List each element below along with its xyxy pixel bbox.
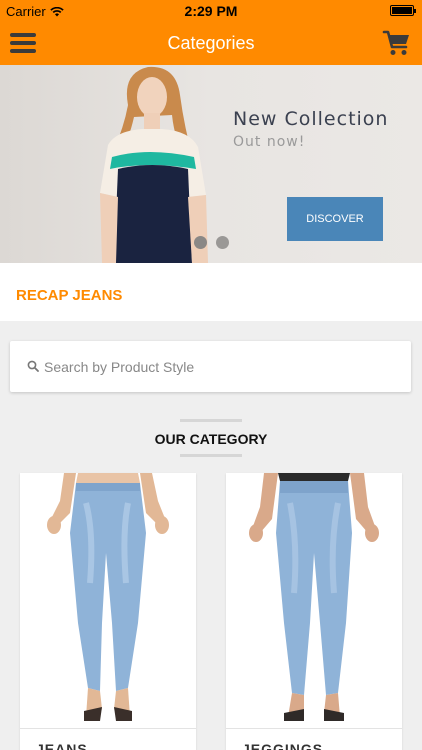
search-bar[interactable] [10, 341, 411, 392]
carousel-dot[interactable] [216, 236, 229, 249]
status-time: 2:29 PM [184, 3, 238, 19]
card-divider [226, 728, 402, 729]
jeans-product-image [20, 473, 196, 728]
page-title: Categories [167, 33, 255, 53]
search-icon [27, 360, 39, 372]
category-card-jeggings[interactable]: JEGGINGS [226, 473, 402, 750]
banner-title: New Collection [233, 108, 389, 130]
heading-divider-top [180, 419, 242, 422]
search-input[interactable] [44, 341, 404, 392]
shopping-cart-icon[interactable] [382, 28, 412, 58]
banner-subtitle: Out now! [233, 134, 306, 150]
carousel-dot[interactable] [194, 236, 207, 249]
promo-banner[interactable]: New Collection Out now! DISCOVER [0, 65, 422, 263]
category-label: JEGGINGS [242, 741, 324, 750]
brand-name: RECAP JEANS [16, 287, 123, 304]
status-bar: Carrier 2:29 PM [0, 0, 422, 22]
heading-divider-bottom [180, 454, 242, 457]
model-photo [100, 66, 208, 263]
category-card-jeans[interactable]: JEANS [20, 473, 196, 750]
discover-button[interactable]: DISCOVER [287, 197, 383, 241]
category-heading: OUR CATEGORY [154, 431, 268, 447]
jeggings-product-image [226, 473, 402, 728]
brand-section: RECAP JEANS [0, 263, 422, 321]
category-label: JEANS [36, 741, 88, 750]
battery-icon [390, 5, 416, 16]
card-divider [20, 728, 196, 729]
carousel-indicator[interactable] [194, 236, 229, 249]
nav-bar: Categories [0, 22, 422, 65]
